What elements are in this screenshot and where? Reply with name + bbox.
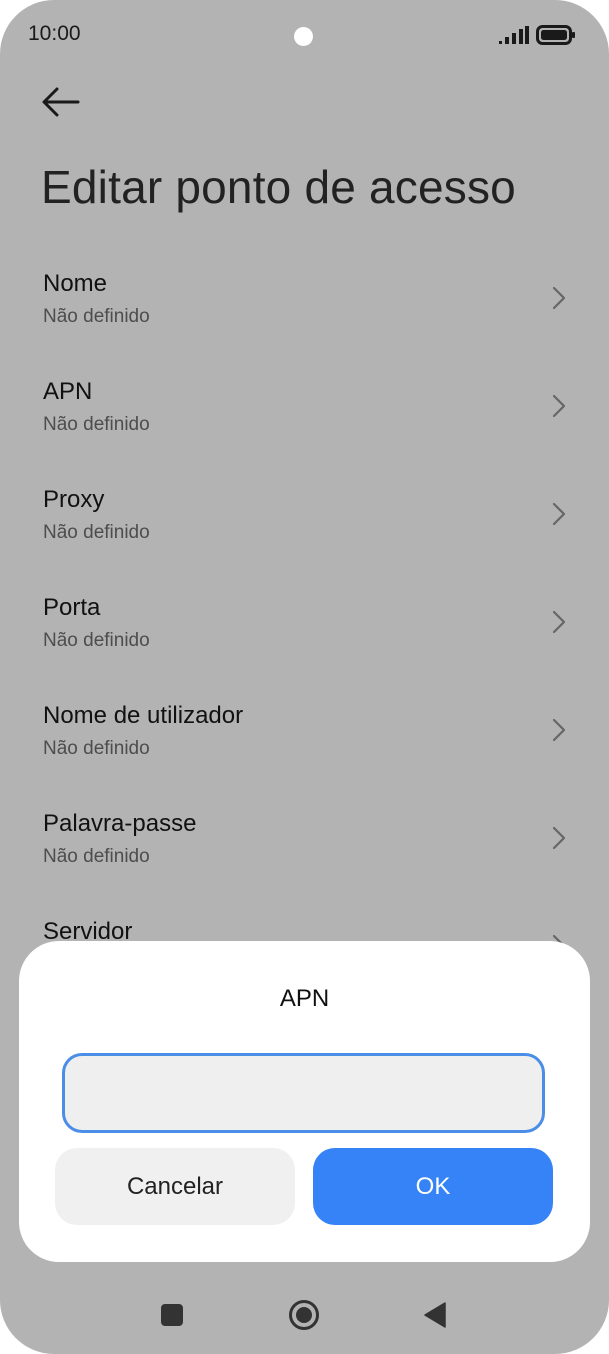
home-circle-icon[interactable] [288,1299,320,1331]
camera-cutout [294,27,313,46]
settings-item-palavra-passe[interactable]: Palavra-passe Não definido [0,792,609,900]
signal-icon [499,26,529,44]
settings-item-proxy[interactable]: Proxy Não definido [0,468,609,576]
back-triangle-icon[interactable] [423,1302,447,1328]
settings-item-label: Proxy [43,486,105,513]
chevron-right-icon [552,610,566,634]
settings-item-apn[interactable]: APN Não definido [0,360,609,468]
dialog-title: APN [279,985,330,1012]
cancel-button[interactable]: Cancelar [55,1148,295,1225]
settings-item-label: Nome de utilizador [43,702,244,729]
chevron-right-icon [552,826,566,850]
status-time: 10:00 [28,22,81,45]
chevron-right-icon [552,286,566,310]
settings-item-value: Não definido [43,846,150,867]
phone-screen: 10:00 Editar ponto de acesso Nome Não de… [0,0,609,1354]
ok-button[interactable]: OK [313,1148,553,1225]
status-bar: 10:00 [0,0,609,70]
settings-item-value: Não definido [43,522,150,543]
settings-item-label: Nome [43,270,108,297]
chevron-right-icon [552,394,566,418]
settings-item-value: Não definido [43,630,150,651]
apn-dialog: APN Cancelar OK [19,941,590,1262]
settings-item-nome-de-utilizador[interactable]: Nome de utilizador Não definido [0,684,609,792]
settings-item-value: Não definido [43,738,150,759]
settings-item-label: Palavra-passe [43,810,197,837]
apn-input[interactable] [62,1053,545,1133]
settings-item-nome[interactable]: Nome Não definido [0,252,609,360]
page-title: Editar ponto de acesso [41,161,516,213]
chevron-right-icon [552,718,566,742]
battery-icon [536,25,575,45]
arrow-left-icon [42,87,80,117]
chevron-right-icon [552,502,566,526]
settings-item-porta[interactable]: Porta Não definido [0,576,609,684]
settings-list: Nome Não definido APN Não definido Proxy… [0,252,609,1008]
settings-item-label: APN [43,378,93,405]
settings-item-label: Porta [43,594,101,621]
settings-item-value: Não definido [43,306,150,327]
back-button[interactable] [36,80,86,124]
recents-square-icon[interactable] [160,1303,184,1327]
navigation-bar [0,1280,609,1350]
settings-item-value: Não definido [43,414,150,435]
